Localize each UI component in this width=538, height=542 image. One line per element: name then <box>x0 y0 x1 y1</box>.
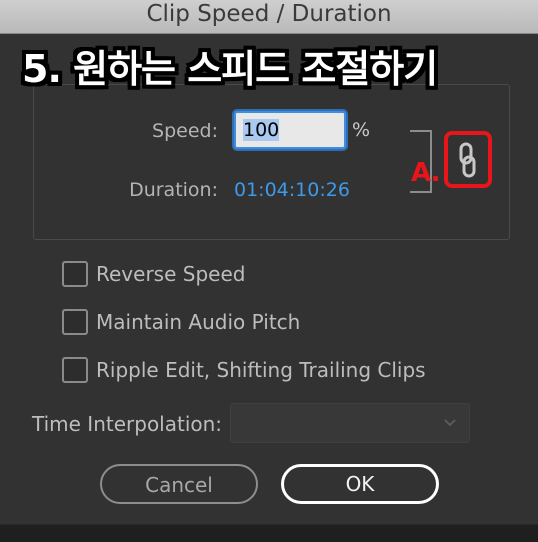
maintain-audio-pitch-label: Maintain Audio Pitch <box>96 310 301 334</box>
duration-timecode[interactable]: 01:04:10:26 <box>234 179 350 201</box>
tutorial-banner: 5. 원하는 스피드 조절하기 <box>22 47 438 91</box>
dialog-title: Clip Speed / Duration <box>146 1 392 27</box>
ripple-edit-option[interactable]: Ripple Edit, Shifting Trailing Clips <box>62 355 426 385</box>
speed-input[interactable]: 100 <box>234 111 346 149</box>
duration-label: Duration: <box>129 179 218 201</box>
reverse-speed-option[interactable]: Reverse Speed <box>62 259 245 289</box>
ok-button[interactable]: OK <box>281 464 439 504</box>
reverse-speed-checkbox[interactable] <box>62 261 88 287</box>
title-bar[interactable]: Clip Speed / Duration <box>0 0 538 34</box>
chevron-down-icon <box>444 419 456 427</box>
ripple-edit-label: Ripple Edit, Shifting Trailing Clips <box>96 358 426 382</box>
annotation-label: A. <box>411 158 441 188</box>
cancel-button[interactable]: Cancel <box>100 464 258 504</box>
maintain-audio-pitch-checkbox[interactable] <box>62 309 88 335</box>
link-chain-icon[interactable] <box>452 140 482 180</box>
time-interpolation-label: Time Interpolation: <box>32 412 223 436</box>
ripple-edit-checkbox[interactable] <box>62 357 88 383</box>
maintain-audio-pitch-option[interactable]: Maintain Audio Pitch <box>62 307 300 337</box>
bottom-edge <box>0 524 538 542</box>
time-interpolation-select[interactable] <box>230 403 470 443</box>
speed-label: Speed: <box>152 120 218 142</box>
speed-unit: % <box>352 119 371 141</box>
reverse-speed-label: Reverse Speed <box>96 262 246 286</box>
speed-value: 100 <box>243 119 280 141</box>
clip-speed-dialog: Clip Speed / Duration Speed: 100 % Durat… <box>0 0 538 542</box>
